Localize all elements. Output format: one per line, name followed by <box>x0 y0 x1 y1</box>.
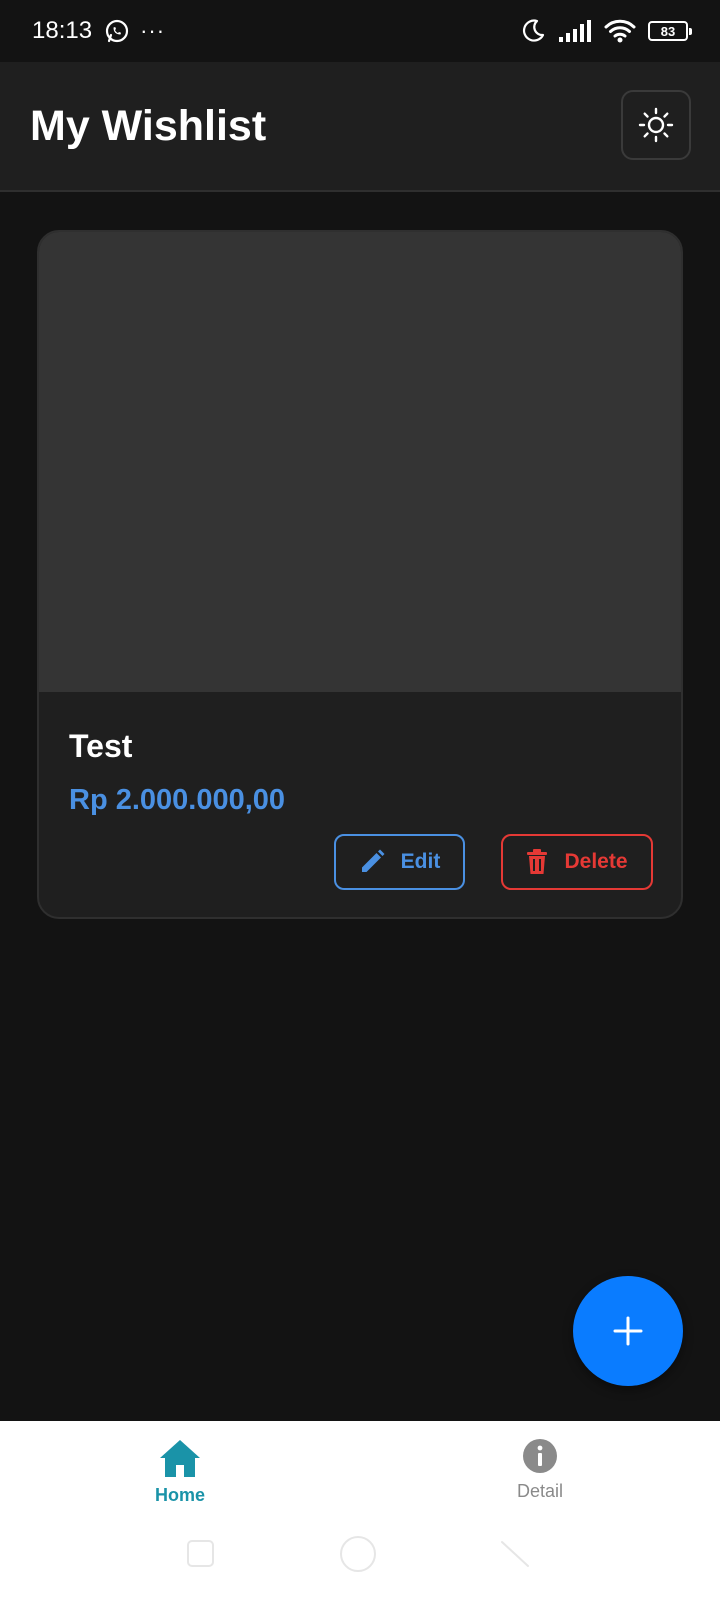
status-time: 18:13 <box>32 17 93 44</box>
edit-button-label: Edit <box>400 850 441 873</box>
back-icon[interactable] <box>500 1538 530 1570</box>
screen: 18:13 ··· 83 My Wishlist Test Rp 2.000.0… <box>0 0 720 1600</box>
pencil-icon <box>361 849 385 872</box>
battery-icon: 83 <box>648 21 692 41</box>
recent-apps-icon[interactable] <box>187 1540 214 1567</box>
wishlist-card[interactable]: Test Rp 2.000.000,00 Edit Delete <box>37 230 683 919</box>
delete-button[interactable]: Delete <box>501 834 653 890</box>
info-icon <box>523 1439 557 1473</box>
wifi-icon <box>604 19 636 43</box>
status-icons: 83 <box>520 18 692 44</box>
moon-icon <box>522 19 545 42</box>
system-navigation-bar <box>0 1528 720 1584</box>
battery-level: 83 <box>660 23 676 39</box>
system-home-icon[interactable] <box>340 1536 376 1572</box>
add-item-button[interactable] <box>573 1276 683 1386</box>
sun-icon <box>638 107 674 143</box>
edit-button[interactable]: Edit <box>334 834 465 890</box>
item-image-placeholder <box>39 232 681 692</box>
plus-icon <box>613 1316 643 1346</box>
signal-icon <box>559 20 591 42</box>
nav-item-detail[interactable]: Detail <box>470 1437 610 1502</box>
delete-button-label: Delete <box>564 850 628 873</box>
nav-detail-label: Detail <box>516 1481 564 1501</box>
app-bar: My Wishlist <box>0 62 720 192</box>
nav-item-home[interactable]: Home <box>110 1437 250 1506</box>
item-name: Test <box>69 728 133 764</box>
status-bar: 18:13 ··· 83 <box>0 0 720 62</box>
home-icon <box>160 1440 200 1477</box>
trash-icon <box>527 849 548 874</box>
item-price: Rp 2.000.000,00 <box>69 784 286 816</box>
page-title: My Wishlist <box>30 102 267 150</box>
whatsapp-icon <box>105 19 129 43</box>
nav-home-label: Home <box>154 1485 205 1505</box>
theme-toggle-button[interactable] <box>621 90 691 160</box>
more-notifications-icon: ··· <box>140 18 166 43</box>
